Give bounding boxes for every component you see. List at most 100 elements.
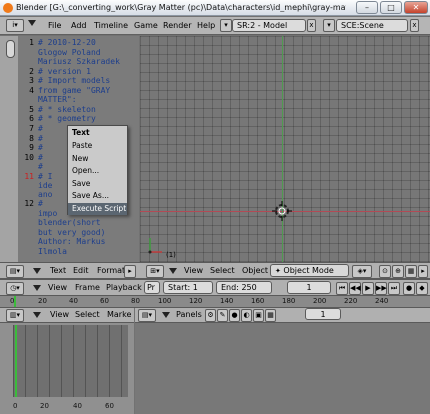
- collapse-triangle-icon[interactable]: [33, 268, 41, 274]
- menu-render[interactable]: Render: [163, 21, 191, 30]
- mode-select-value: Object Mode: [283, 266, 334, 275]
- manipulator-icon[interactable]: ⊕: [392, 265, 404, 278]
- prev-key-icon[interactable]: ◀◀: [349, 282, 361, 295]
- next-key-icon[interactable]: ▶▶: [375, 282, 387, 295]
- menu-item-execute-script[interactable]: Execute Script: [68, 203, 127, 215]
- menu-item-paste[interactable]: Paste: [68, 140, 127, 152]
- text-editor-scrollbar[interactable]: [6, 40, 15, 58]
- start-frame-field[interactable]: Start: 1: [163, 281, 213, 294]
- menu-view[interactable]: View: [48, 283, 67, 292]
- info-editor-type-icon[interactable]: i▾: [6, 19, 24, 32]
- page-field[interactable]: 1: [305, 308, 341, 320]
- collapse-triangle-icon[interactable]: [162, 312, 170, 318]
- menu-edit[interactable]: Edit: [73, 266, 89, 275]
- code-line: # 2010-12-20: [38, 38, 96, 47]
- code-line: #: [38, 124, 43, 133]
- code-line: # * skeleton: [38, 105, 96, 114]
- screen-browse-icon[interactable]: ▾: [220, 19, 232, 32]
- screen-combo[interactable]: SR:2 - Model: [232, 19, 306, 32]
- current-frame-label: (1): [166, 251, 176, 259]
- close-button[interactable]: ✕: [404, 1, 428, 14]
- menu-format[interactable]: Format: [97, 266, 125, 275]
- ipo-tick: 0: [13, 402, 18, 410]
- menu-help[interactable]: Help: [197, 21, 215, 30]
- text-editor-more-icon[interactable]: ▸: [124, 265, 136, 278]
- preview-range-button[interactable]: Pr: [144, 281, 160, 294]
- menu-text[interactable]: Text: [50, 266, 66, 275]
- menu-view[interactable]: View: [184, 266, 203, 275]
- screen-delete-icon[interactable]: x: [307, 19, 316, 32]
- collapse-triangle-icon[interactable]: [33, 312, 41, 318]
- menu-view[interactable]: View: [50, 310, 69, 319]
- code-line: Glogow Poland: [38, 48, 101, 57]
- code-line: Author: Markus: [38, 237, 106, 246]
- code-line: ano: [38, 190, 53, 199]
- ipo-frame-cursor[interactable]: [15, 325, 17, 397]
- script-panel-icon[interactable]: ✎: [217, 309, 228, 322]
- menu-playback[interactable]: Playback: [106, 283, 142, 292]
- line-number: 4: [29, 86, 34, 95]
- minimize-button[interactable]: –: [356, 1, 378, 14]
- 3d-view-type-icon[interactable]: ⊞▾: [146, 265, 164, 278]
- code-line: # I: [38, 172, 53, 181]
- keyframe-icon[interactable]: ◆: [416, 282, 428, 295]
- menu-item-save-as[interactable]: Save As...: [68, 190, 127, 202]
- timeline-tick: 20: [38, 297, 47, 305]
- jump-start-icon[interactable]: ⏮: [336, 282, 348, 295]
- timeline-type-icon[interactable]: ◷▾: [6, 282, 24, 295]
- ipo-graph[interactable]: [13, 325, 128, 397]
- ipo-type-icon[interactable]: ▥▾: [6, 309, 24, 322]
- window-title: Blender [G:\_converting_work\Gray Matter…: [16, 3, 346, 12]
- maximize-button[interactable]: □: [380, 1, 402, 14]
- pivot-icon[interactable]: ⊙: [379, 265, 391, 278]
- jump-end-icon[interactable]: ⏭: [388, 282, 400, 295]
- line-number: 10: [24, 153, 34, 162]
- text-editor-type-icon[interactable]: ▤▾: [6, 265, 24, 278]
- menu-item-new[interactable]: New: [68, 153, 127, 165]
- menu-add[interactable]: Add: [71, 21, 87, 30]
- ipo-tick: 60: [105, 402, 114, 410]
- mode-select[interactable]: ✦ Object Mode: [270, 264, 349, 277]
- menu-object[interactable]: Object: [242, 266, 268, 275]
- buttons-window-type-icon[interactable]: ▤▾: [138, 309, 156, 322]
- menu-select[interactable]: Select: [210, 266, 235, 275]
- end-frame-field[interactable]: End: 250: [216, 281, 272, 294]
- draw-type-icon[interactable]: ◈▾: [352, 265, 372, 278]
- menu-title-text: Text: [72, 128, 90, 137]
- menu-timeline[interactable]: Timeline: [94, 21, 128, 30]
- object-panel-icon[interactable]: ◐: [241, 309, 252, 322]
- ipo-tick: 20: [40, 402, 49, 410]
- collapse-triangle-icon[interactable]: [169, 268, 177, 274]
- current-frame-field[interactable]: 1: [287, 281, 331, 294]
- menu-game[interactable]: Game: [134, 21, 158, 30]
- menu-frame[interactable]: Frame: [75, 283, 100, 292]
- logic-panel-icon[interactable]: ⚙: [205, 309, 216, 322]
- buttons-window[interactable]: [135, 323, 430, 414]
- record-icon[interactable]: ●: [403, 282, 415, 295]
- menu-file[interactable]: File: [48, 21, 61, 30]
- layers-icon[interactable]: ▦: [405, 265, 417, 278]
- text-context-menu: Text Paste New Open... Save Save As... E…: [67, 125, 128, 215]
- code-line: #: [38, 134, 43, 143]
- more-icon[interactable]: ▸: [418, 265, 428, 278]
- scene-delete-icon[interactable]: x: [410, 19, 419, 32]
- window-titlebar: Blender [G:\_converting_work\Gray Matter…: [0, 0, 430, 16]
- editing-panel-icon[interactable]: ▣: [253, 309, 264, 322]
- menu-marker[interactable]: Marke: [107, 310, 131, 319]
- scene-browse-icon[interactable]: ▾: [323, 19, 335, 32]
- timeline-tick: 240: [375, 297, 389, 305]
- code-line: #: [38, 162, 43, 171]
- menu-select[interactable]: Select: [75, 310, 100, 319]
- menu-item-open[interactable]: Open...: [68, 165, 127, 177]
- code-line: # version 1: [38, 67, 91, 76]
- shading-panel-icon[interactable]: ●: [229, 309, 240, 322]
- scene-panel-icon[interactable]: ▦: [265, 309, 276, 322]
- 3d-cursor-icon[interactable]: [272, 201, 292, 221]
- 3d-viewport[interactable]: [140, 36, 430, 262]
- collapse-triangle-icon[interactable]: [33, 285, 41, 291]
- collapse-triangle-icon[interactable]: [28, 20, 36, 26]
- scene-combo[interactable]: SCE:Scene: [336, 19, 408, 32]
- play-icon[interactable]: ▶: [362, 282, 374, 295]
- menu-item-save[interactable]: Save: [68, 178, 127, 190]
- line-number: 7: [29, 124, 34, 133]
